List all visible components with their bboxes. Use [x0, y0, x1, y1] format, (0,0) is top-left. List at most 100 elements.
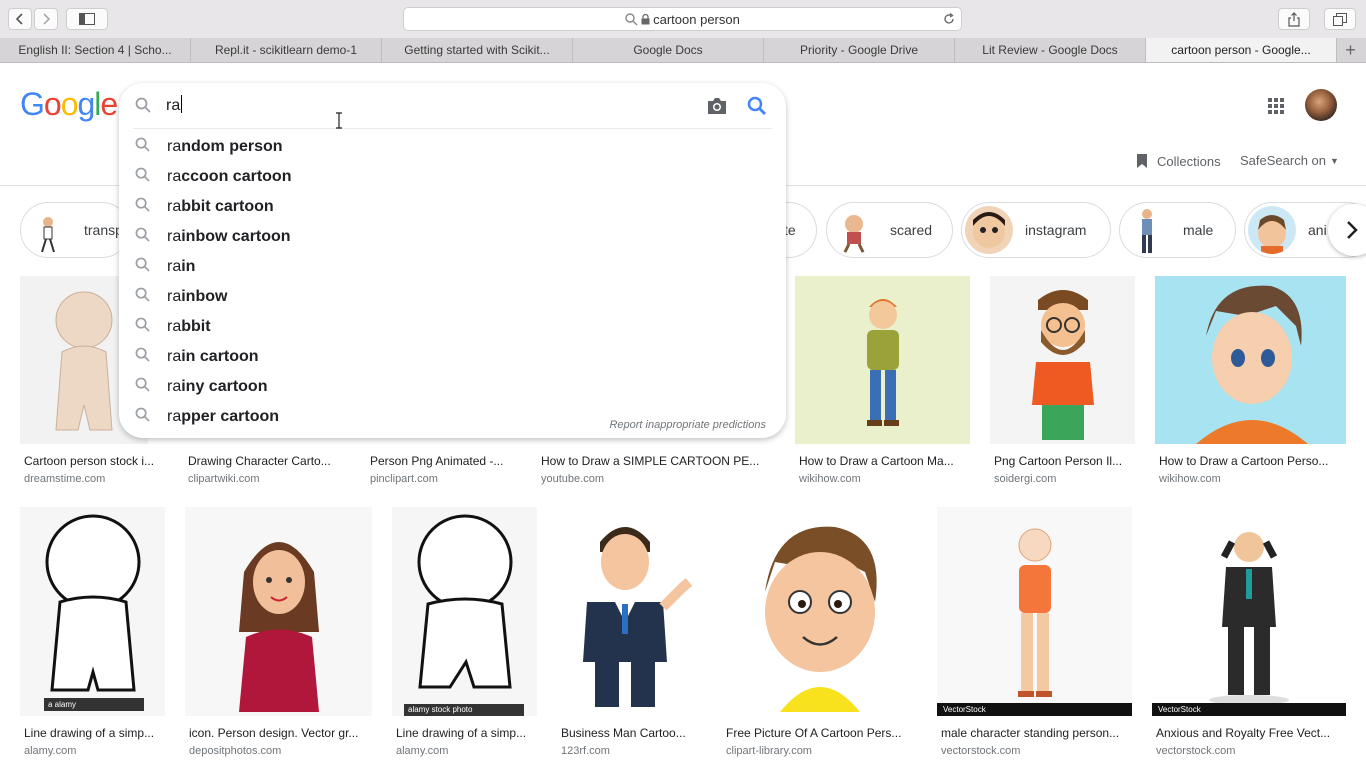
result-source: wikihow.com [1159, 473, 1221, 485]
result-title[interactable]: How to Draw a SIMPLE CARTOON PE... [541, 454, 776, 468]
result-image[interactable] [1155, 276, 1346, 444]
suggestion-text: rain cartoon [167, 348, 259, 366]
search-icon [135, 137, 150, 157]
result-image[interactable]: a alamy [20, 507, 165, 716]
search-icon [135, 97, 151, 113]
search-icon [625, 12, 638, 25]
suggestion-completion: inbow [181, 288, 228, 305]
result-source: alamy.com [24, 745, 77, 757]
result-title[interactable]: Line drawing of a simp... [24, 726, 164, 740]
search-box[interactable]: ra random person raccoon cartoon rabbit ca… [119, 83, 786, 438]
result-image[interactable] [185, 507, 372, 716]
tabs-overview-button[interactable] [1324, 8, 1356, 30]
suggestion-item[interactable]: raccoon cartoon [119, 162, 786, 192]
collections-button[interactable]: Collections [1136, 153, 1221, 169]
chip-male[interactable]: male [1119, 202, 1236, 258]
safesearch-dropdown[interactable]: SafeSearch on ▼ [1240, 153, 1339, 168]
report-predictions-link[interactable]: Report inappropriate predictions [609, 419, 766, 431]
suggestion-prefix: ra [167, 318, 182, 335]
suggestion-item[interactable]: rain cartoon [119, 342, 786, 372]
suggestion-completion: bbit cartoon [181, 198, 274, 215]
result-source: 123rf.com [561, 745, 610, 757]
chip-thumbnail [1123, 206, 1171, 254]
result-title[interactable]: male character standing person... [941, 726, 1131, 740]
result-title[interactable]: icon. Person design. Vector gr... [189, 726, 371, 740]
back-button[interactable] [8, 8, 32, 30]
result-title[interactable]: Drawing Character Carto... [188, 454, 348, 468]
apps-grid-icon[interactable] [1267, 97, 1285, 115]
suggestion-completion: inbow cartoon [181, 228, 291, 245]
suggestion-text: rabbit [167, 318, 211, 336]
suggestion-completion: iny cartoon [181, 378, 268, 395]
suggestion-completion: in [181, 258, 196, 275]
tab-lit-review[interactable]: Lit Review - Google Docs [955, 38, 1146, 62]
suggestion-completion: ccoon cartoon [181, 168, 292, 185]
forward-button[interactable] [34, 8, 58, 30]
suggestion-prefix: ra [167, 348, 182, 365]
share-button[interactable] [1278, 8, 1310, 30]
browser-toolbar: cartoon person [0, 0, 1366, 39]
tab-label: Getting started with Scikit... [404, 43, 550, 57]
result-image[interactable]: alamy stock photo [392, 507, 537, 716]
suggestion-item[interactable]: rainbow cartoon [119, 222, 786, 252]
search-submit-icon[interactable] [747, 96, 767, 116]
sidebar-button[interactable] [66, 8, 108, 30]
tab-replit[interactable]: Repl.it - scikitlearn demo-1 [191, 38, 382, 62]
avatar[interactable] [1305, 89, 1337, 121]
tab-scikit[interactable]: Getting started with Scikit... [382, 38, 573, 62]
reload-icon[interactable] [942, 12, 956, 26]
chip-label: ani [1308, 222, 1327, 238]
result-image[interactable] [557, 507, 702, 716]
collections-label: Collections [1157, 153, 1221, 169]
suggestion-item[interactable]: rabbit [119, 312, 786, 342]
tab-label: Repl.it - scikitlearn demo-1 [214, 43, 358, 57]
result-title[interactable]: Business Man Cartoo... [561, 726, 701, 740]
suggestion-item[interactable]: rainbow [119, 282, 786, 312]
result-title[interactable]: How to Draw a Cartoon Ma... [799, 454, 971, 468]
search-input[interactable]: ra [166, 95, 182, 115]
result-image[interactable]: VectorStock [1152, 507, 1346, 716]
suggestion-item[interactable]: rainy cartoon [119, 372, 786, 402]
result-title[interactable]: Free Picture Of A Cartoon Pers... [726, 726, 916, 740]
chip-thumbnail [830, 206, 878, 254]
result-title[interactable]: How to Draw a Cartoon Perso... [1159, 454, 1349, 468]
lock-icon [641, 13, 650, 24]
camera-icon[interactable] [706, 97, 728, 115]
tab-priority-drive[interactable]: Priority - Google Drive [764, 38, 955, 62]
result-title[interactable]: Png Cartoon Person Il... [994, 454, 1136, 468]
result-image[interactable]: VectorStock [937, 507, 1132, 716]
new-tab-button[interactable]: + [1337, 38, 1364, 62]
tab-english[interactable]: English II: Section 4 | Scho... [0, 38, 191, 62]
watermark-badge: VectorStock [937, 703, 1132, 716]
chevron-left-icon [15, 13, 23, 25]
chip-thumbnail [965, 206, 1013, 254]
result-image[interactable] [795, 276, 970, 444]
suggestion-prefix: ra [167, 138, 182, 155]
tab-cartoon-person[interactable]: cartoon person - Google... [1146, 38, 1337, 62]
chip-scared[interactable]: scared [826, 202, 953, 258]
chip-instagram[interactable]: instagram [961, 202, 1111, 258]
suggestion-item[interactable]: rabbit cartoon [119, 192, 786, 222]
tabs-icon [1333, 12, 1347, 26]
result-source: wikihow.com [799, 473, 861, 485]
suggestion-text: rabbit cartoon [167, 198, 274, 216]
suggestion-text: raccoon cartoon [167, 168, 291, 186]
result-title[interactable]: Line drawing of a simp... [396, 726, 536, 740]
suggestion-item[interactable]: random person [119, 132, 786, 162]
result-source: dreamstime.com [24, 473, 106, 485]
chip-transparent[interactable]: transp [20, 202, 130, 258]
result-title[interactable]: Cartoon person stock i... [24, 454, 164, 468]
suggestion-prefix: ra [167, 168, 182, 185]
tab-label: English II: Section 4 | Scho... [18, 43, 172, 57]
result-title[interactable]: Anxious and Royalty Free Vect... [1156, 726, 1346, 740]
suggestion-prefix: ra [167, 378, 182, 395]
tab-google-docs[interactable]: Google Docs [573, 38, 764, 62]
chip-label: transp [84, 222, 123, 238]
search-icon [135, 347, 150, 367]
result-title[interactable]: Person Png Animated -... [370, 454, 520, 468]
suggestion-item[interactable]: rain [119, 252, 786, 282]
result-image[interactable] [990, 276, 1135, 444]
result-image[interactable] [722, 507, 917, 716]
google-logo[interactable]: Google [20, 86, 118, 123]
address-bar[interactable]: cartoon person [403, 7, 962, 31]
